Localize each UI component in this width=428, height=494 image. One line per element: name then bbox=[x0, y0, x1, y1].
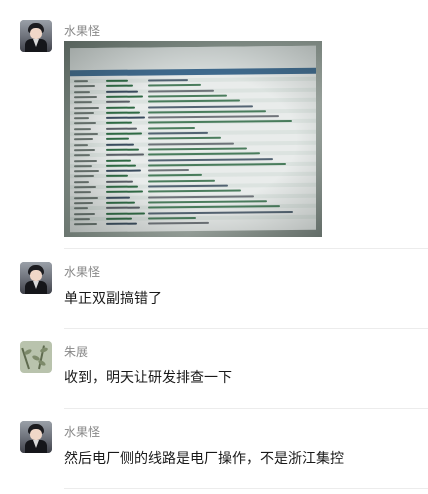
avatar[interactable] bbox=[20, 421, 52, 453]
message-content[interactable]: 单正双副搞错了 bbox=[64, 288, 162, 308]
divider bbox=[64, 328, 428, 329]
sender-name: 水果怪 bbox=[64, 24, 101, 38]
message-content[interactable]: 收到，明天让研发排查一下 bbox=[64, 367, 232, 387]
message-content[interactable]: 然后电厂侧的线路是电厂操作，不是浙江集控 bbox=[64, 448, 344, 468]
divider bbox=[64, 488, 428, 489]
divider bbox=[64, 408, 428, 409]
screenshot-image[interactable] bbox=[64, 41, 322, 237]
avatar[interactable] bbox=[20, 341, 52, 373]
avatar[interactable] bbox=[20, 262, 52, 294]
sender-name: 水果怪 bbox=[64, 265, 101, 279]
sender-name: 水果怪 bbox=[64, 425, 101, 439]
sender-name: 朱展 bbox=[64, 345, 89, 359]
divider bbox=[64, 248, 428, 249]
avatar[interactable] bbox=[20, 20, 52, 52]
